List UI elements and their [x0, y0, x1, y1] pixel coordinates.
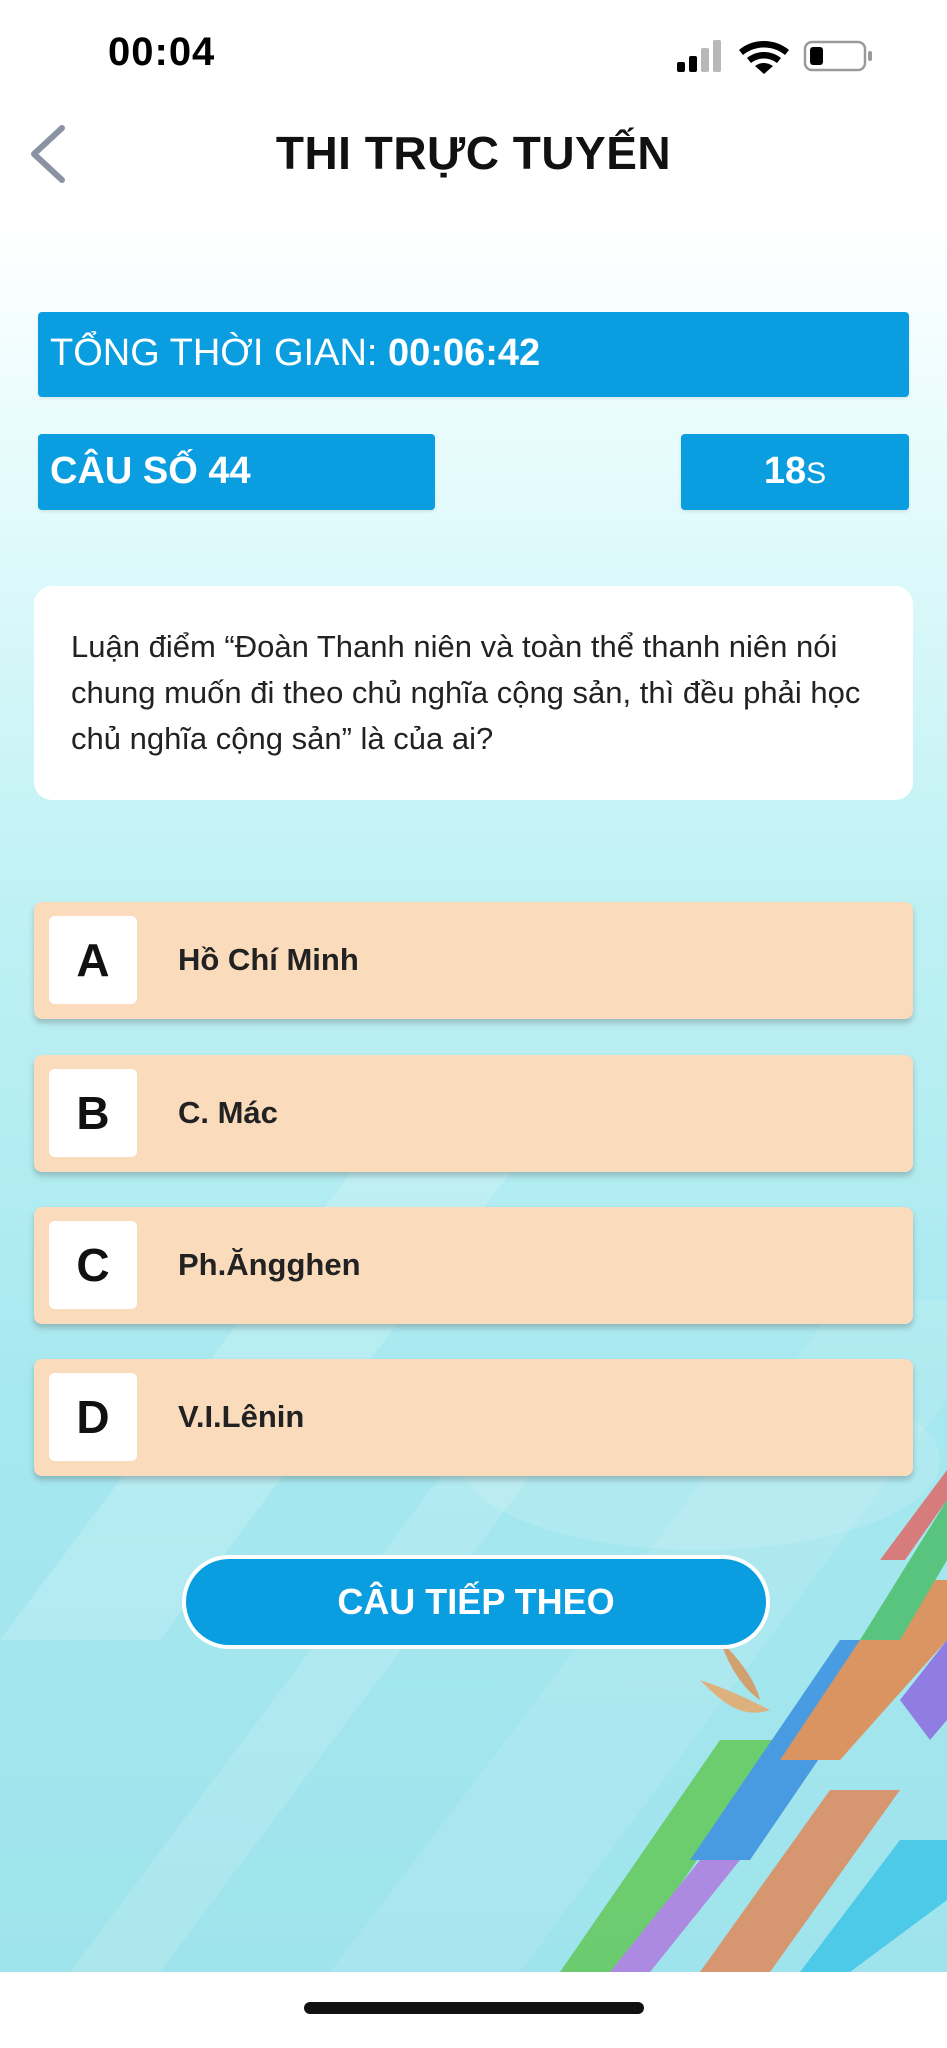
answer-text: C. Mác — [178, 1095, 278, 1130]
battery-icon — [803, 40, 872, 72]
total-time-display: TỔNG THỜI GIAN: 00:06:42 — [50, 332, 540, 375]
status-time: 00:04 — [108, 30, 216, 74]
answer-option-d[interactable]: D V.I.Lênin — [34, 1359, 913, 1476]
home-indicator[interactable] — [304, 2002, 644, 2014]
countdown-unit: S — [806, 457, 827, 490]
answer-option-a[interactable]: A Hồ Chí Minh — [34, 902, 913, 1019]
background-decoration — [0, 1160, 947, 1972]
wifi-icon — [739, 41, 789, 74]
answer-letter-box: A — [49, 916, 137, 1004]
total-time-bar: TỔNG THỜI GIAN: 00:06:42 — [38, 312, 909, 397]
total-time-label: TỔNG THỜI GIAN: — [50, 332, 389, 374]
total-time-value: 00:06:42 — [388, 332, 541, 374]
status-icons — [677, 40, 872, 74]
answer-letter-box: B — [49, 1069, 137, 1157]
answer-text: V.I.Lênin — [178, 1399, 305, 1434]
answer-letter: C — [76, 1239, 110, 1291]
answer-text: Ph.Ăngghen — [178, 1247, 361, 1282]
answer-letter: B — [76, 1087, 110, 1139]
question-number: CÂU SỐ 44 — [50, 450, 251, 492]
answer-letter: D — [76, 1391, 110, 1443]
next-question-button[interactable]: CÂU TIẾP THEO — [182, 1555, 770, 1649]
signal-icon — [677, 40, 721, 72]
countdown-value: 18 — [763, 450, 807, 492]
answer-option-c[interactable]: C Ph.Ăngghen — [34, 1207, 913, 1324]
answer-letter-box: D — [49, 1373, 137, 1461]
question-text: Luận điểm “Đoàn Thanh niên và toàn thể t… — [71, 629, 861, 756]
quiz-screen: 00:04 THI TRỰC TUYẾN TỔNG THỜI GIAN: 00:… — [0, 0, 947, 2048]
answer-option-b[interactable]: B C. Mác — [34, 1055, 913, 1172]
question-number-badge: CÂU SỐ 44 — [38, 434, 435, 510]
page-title: THI TRỰC TUYẾN — [275, 127, 672, 179]
home-indicator-area — [0, 1972, 947, 2048]
countdown-timer: 18S — [681, 434, 909, 510]
countdown-display: 18S — [764, 450, 826, 493]
answer-letter: A — [76, 934, 110, 986]
answer-letter-box: C — [49, 1221, 137, 1309]
question-card: Luận điểm “Đoàn Thanh niên và toàn thể t… — [34, 586, 913, 800]
answer-text: Hồ Chí Minh — [178, 942, 359, 977]
next-question-label: CÂU TIẾP THEO — [337, 1581, 615, 1622]
